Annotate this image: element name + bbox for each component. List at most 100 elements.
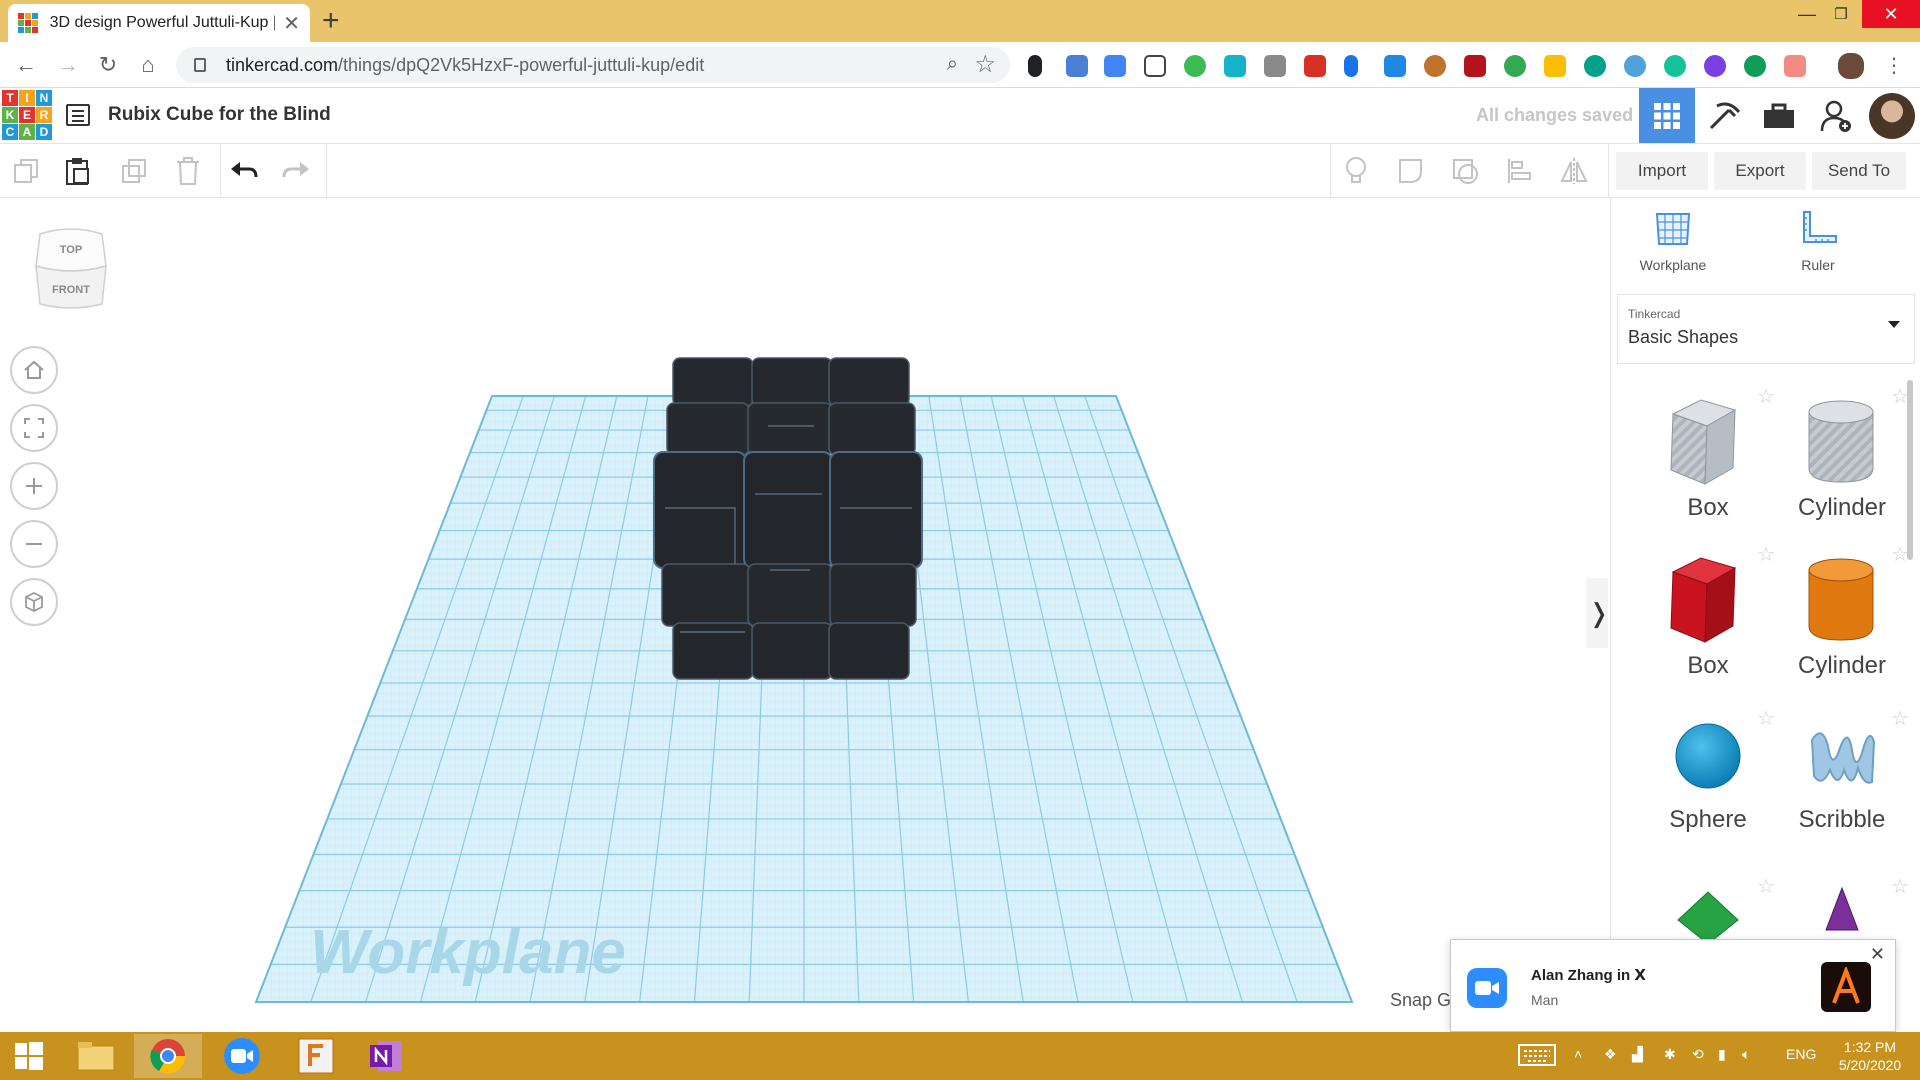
ungroup-button[interactable] — [1446, 152, 1486, 190]
fit-view-button[interactable] — [10, 404, 58, 452]
redo-button[interactable] — [276, 152, 316, 190]
onenote-taskbar-button[interactable] — [352, 1034, 420, 1078]
export-button[interactable]: Export — [1714, 152, 1806, 190]
duplicate-button[interactable] — [114, 152, 154, 190]
restore-button[interactable]: ❐ — [1818, 0, 1864, 28]
import-button[interactable]: Import — [1616, 152, 1708, 190]
favorite-star-icon[interactable]: ☆ — [1757, 874, 1775, 899]
sync-icon[interactable]: ⟲ — [1692, 1046, 1704, 1063]
extension-icon[interactable] — [1384, 55, 1406, 77]
favorite-star-icon[interactable]: ☆ — [1891, 706, 1909, 731]
copy-button[interactable] — [6, 152, 46, 190]
pdf-icon[interactable] — [1464, 55, 1486, 77]
3d-view-button[interactable] — [1639, 88, 1695, 143]
rubik-cube-object[interactable] — [653, 357, 923, 680]
extension-icon[interactable] — [1704, 55, 1726, 77]
search-icon[interactable]: ⌕ — [947, 53, 958, 76]
group-button[interactable] — [1392, 152, 1432, 190]
profile-avatar[interactable] — [1838, 53, 1864, 79]
undo-button[interactable] — [224, 152, 264, 190]
favorite-star-icon[interactable]: ☆ — [1891, 874, 1909, 899]
perspective-button[interactable] — [10, 578, 58, 626]
browser-menu-icon[interactable]: ⋮ — [1880, 51, 1908, 79]
extension-icon[interactable] — [1224, 55, 1246, 77]
home-icon[interactable]: ⌂ — [134, 51, 162, 79]
tab-close-icon[interactable]: ✕ — [283, 11, 300, 36]
start-button[interactable] — [0, 1034, 58, 1078]
extension-icon[interactable] — [1184, 55, 1206, 77]
extension-icon[interactable] — [1744, 55, 1766, 77]
add-user-button[interactable] — [1808, 88, 1864, 143]
workplane-tool[interactable]: Workplane — [1618, 210, 1728, 273]
favorite-star-icon[interactable]: ☆ — [1757, 706, 1775, 731]
shape-sphere[interactable]: ☆ Sphere — [1641, 706, 1775, 856]
translate-icon[interactable] — [1104, 55, 1126, 77]
notes-button[interactable] — [1336, 152, 1376, 190]
bookmark-star-icon[interactable]: ☆ — [974, 50, 996, 79]
shape-library-dropdown[interactable]: Tinkercad Basic Shapes — [1617, 294, 1915, 364]
zoom-notification[interactable]: Alan Zhang in Ⅹ Man ✕ — [1450, 939, 1896, 1032]
ruler-tool[interactable]: Ruler — [1763, 210, 1873, 273]
shape-cylinder-orange[interactable]: ☆ Cylinder — [1775, 542, 1909, 692]
design-title[interactable]: Rubix Cube for the Blind — [108, 104, 331, 126]
bricks-view-button[interactable] — [1751, 88, 1807, 143]
forward-button[interactable]: → — [54, 51, 82, 79]
workplane-grid[interactable]: Workplane — [0, 198, 1608, 1032]
blocks-view-button[interactable] — [1697, 88, 1753, 143]
delete-button[interactable] — [168, 152, 208, 190]
bluetooth-icon[interactable]: ✱ — [1664, 1046, 1676, 1063]
new-tab-button[interactable]: + — [322, 6, 340, 36]
snap-grid-label[interactable]: Snap G — [1390, 990, 1451, 1011]
favorite-star-icon[interactable]: ☆ — [1757, 542, 1775, 567]
user-avatar[interactable] — [1864, 88, 1920, 143]
shape-box-red[interactable]: ☆ Box — [1641, 542, 1775, 692]
grammarly-icon[interactable] — [1664, 55, 1686, 77]
extension-icon[interactable] — [1066, 55, 1088, 77]
camera-icon[interactable] — [1264, 55, 1286, 77]
browser-tab[interactable]: 3D design Powerful Juttuli-Kup | ✕ — [8, 4, 310, 42]
view-cube[interactable]: TOP FRONT — [34, 226, 108, 312]
close-icon[interactable]: ✕ — [1870, 944, 1885, 965]
shape-cone[interactable]: ☆ — [1775, 874, 1909, 934]
chrome-taskbar-button[interactable] — [134, 1034, 202, 1078]
extension-icon[interactable] — [1784, 55, 1806, 77]
extension-icon[interactable] — [1504, 55, 1526, 77]
window-close-button[interactable]: ✕ — [1862, 0, 1920, 28]
extension-icon[interactable] — [1344, 55, 1358, 77]
volume-icon[interactable]: 🔈︎ — [1742, 1046, 1750, 1063]
tinkercad-logo[interactable]: T I N K E R C A D — [2, 90, 52, 140]
system-clock[interactable]: 1:32 PM 5/20/2020 — [1828, 1038, 1912, 1074]
3d-workspace[interactable]: Workplane TOP FRONT Snap G ❭ — [0, 198, 1608, 1032]
keyboard-icon[interactable] — [1518, 1044, 1556, 1069]
panel-scrollbar[interactable] — [1907, 380, 1913, 560]
collapse-panel-button[interactable]: ❭ — [1586, 578, 1608, 648]
reload-button[interactable]: ↻ — [94, 51, 122, 79]
extension-icon[interactable] — [1304, 55, 1326, 77]
send-to-button[interactable]: Send To — [1812, 152, 1906, 190]
extension-icon[interactable] — [1424, 55, 1446, 77]
show-hidden-icons[interactable]: ˄ — [1574, 1046, 1582, 1062]
language-indicator[interactable]: ENG — [1786, 1046, 1816, 1062]
zoom-out-button[interactable] — [10, 520, 58, 568]
dropbox-icon[interactable]: ❖ — [1604, 1046, 1617, 1063]
extension-icon[interactable] — [1624, 55, 1646, 77]
home-view-button[interactable] — [10, 346, 58, 394]
design-list-icon[interactable] — [66, 104, 90, 126]
paste-button[interactable] — [58, 152, 98, 190]
network-icon[interactable]: ▟ — [1632, 1046, 1643, 1063]
battery-icon[interactable]: ▮ — [1718, 1046, 1726, 1063]
zoom-in-button[interactable] — [10, 462, 58, 510]
extension-icon[interactable] — [1144, 55, 1166, 77]
back-button[interactable]: ← — [12, 51, 40, 79]
align-button[interactable] — [1500, 152, 1540, 190]
favorite-star-icon[interactable]: ☆ — [1757, 384, 1775, 409]
shape-scribble[interactable]: ☆ Scribble — [1775, 706, 1909, 856]
shape-cylinder-striped[interactable]: ☆ Cylinder — [1775, 384, 1909, 534]
file-explorer-button[interactable] — [62, 1034, 130, 1078]
extension-icon[interactable] — [1584, 55, 1606, 77]
drive-icon[interactable] — [1544, 55, 1566, 77]
fusion-taskbar-button[interactable] — [282, 1034, 350, 1078]
address-bar[interactable]: tinkercad.com/things/dpQ2Vk5HzxF-powerfu… — [176, 47, 1010, 83]
mirror-button[interactable] — [1554, 152, 1594, 190]
microphone-icon[interactable] — [1028, 55, 1042, 77]
